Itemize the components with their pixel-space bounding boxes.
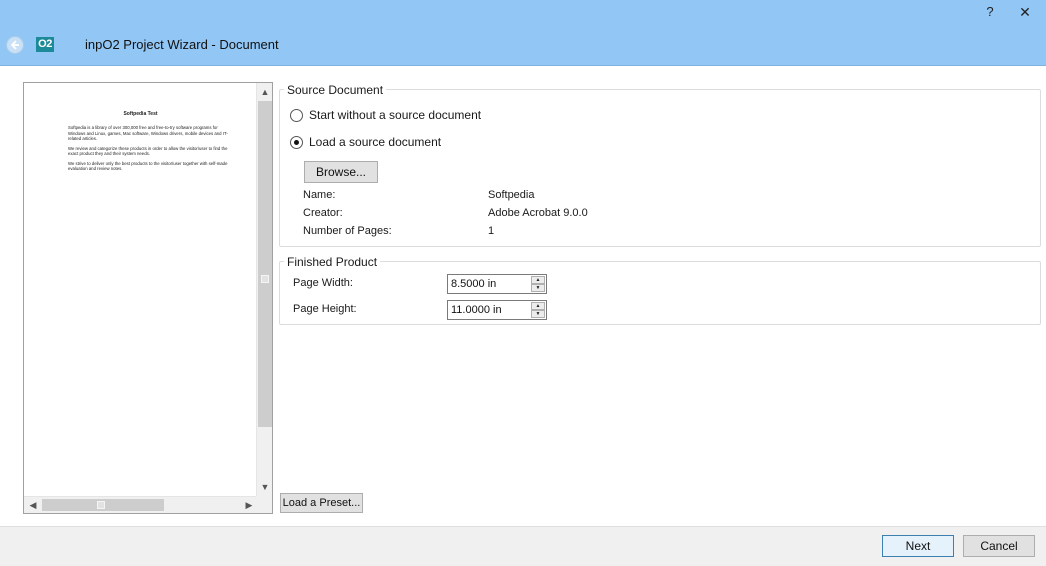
spin-down-icon[interactable]: ▼ [531, 310, 545, 318]
spin-up-icon[interactable]: ▲ [531, 276, 545, 284]
help-button[interactable]: ? [980, 2, 1000, 22]
scroll-right-icon[interactable]: ▶ [242, 498, 256, 512]
info-value-pages: 1 [488, 225, 495, 237]
page-width-spin-buttons: ▲ ▼ [531, 276, 545, 292]
info-label-name: Name: [303, 189, 336, 201]
preview-paragraph: We review and categorize these products … [68, 145, 228, 157]
next-button[interactable]: Next [882, 535, 954, 557]
finished-product-group [279, 261, 1041, 325]
window-title: inpO2 Project Wizard - Document [85, 37, 279, 52]
preview-paragraph: Softpedia is a library of over 300,000 f… [68, 125, 228, 141]
cancel-button[interactable]: Cancel [963, 535, 1035, 557]
page-width-stepper[interactable]: ▲ ▼ [447, 274, 547, 294]
radio-button-unchecked[interactable] [290, 108, 303, 122]
browse-button[interactable]: Browse... [304, 161, 378, 183]
back-button[interactable] [6, 36, 24, 54]
radio-button-checked[interactable] [290, 135, 303, 149]
page-width-label: Page Width: [293, 277, 353, 289]
scroll-up-icon[interactable]: ▲ [257, 85, 273, 99]
preview-paragraph: We strive to deliver only the best produ… [68, 160, 228, 172]
page-height-input[interactable] [448, 301, 530, 319]
info-value-name: Softpedia [488, 189, 535, 201]
source-document-legend: Source Document [284, 83, 387, 97]
vertical-scrollbar[interactable]: ▲ ▼ [256, 83, 272, 496]
page-height-spin-buttons: ▲ ▼ [531, 302, 545, 318]
page-height-label: Page Height: [293, 303, 357, 315]
finished-product-legend: Finished Product [284, 255, 381, 269]
scroll-corner [256, 496, 272, 513]
scroll-grip-icon [97, 501, 105, 509]
radio-no-source-label: Start without a source document [309, 108, 482, 122]
preview-title: Softpedia Test [123, 111, 158, 117]
radio-no-source[interactable]: Start without a source document [290, 108, 481, 122]
spin-up-icon[interactable]: ▲ [531, 302, 545, 310]
scroll-grip-icon [261, 275, 269, 283]
info-value-creator: Adobe Acrobat 9.0.0 [488, 207, 588, 219]
radio-load-source-label: Load a source document [309, 135, 442, 149]
horizontal-scroll-thumb[interactable] [42, 499, 164, 511]
radio-load-source[interactable]: Load a source document [290, 135, 441, 149]
app-logo: O2 [36, 37, 54, 52]
scroll-down-icon[interactable]: ▼ [257, 480, 273, 494]
vertical-scroll-thumb[interactable] [258, 101, 272, 427]
horizontal-scrollbar[interactable]: ◀ ▶ [24, 496, 257, 513]
info-label-creator: Creator: [303, 207, 343, 219]
back-arrow-icon [10, 40, 19, 50]
info-label-pages: Number of Pages: [303, 225, 392, 237]
preview-page: Softpedia Test Softpedia is a library of… [24, 83, 257, 496]
title-bar: O2 inpO2 Project Wizard - Document ? ✕ [0, 0, 1046, 66]
spin-down-icon[interactable]: ▼ [531, 284, 545, 292]
load-preset-button[interactable]: Load a Preset... [280, 493, 363, 513]
page-width-input[interactable] [448, 275, 530, 293]
close-button[interactable]: ✕ [1012, 2, 1038, 22]
scroll-left-icon[interactable]: ◀ [26, 498, 40, 512]
page-height-stepper[interactable]: ▲ ▼ [447, 300, 547, 320]
document-preview: Softpedia Test Softpedia is a library of… [23, 82, 273, 514]
